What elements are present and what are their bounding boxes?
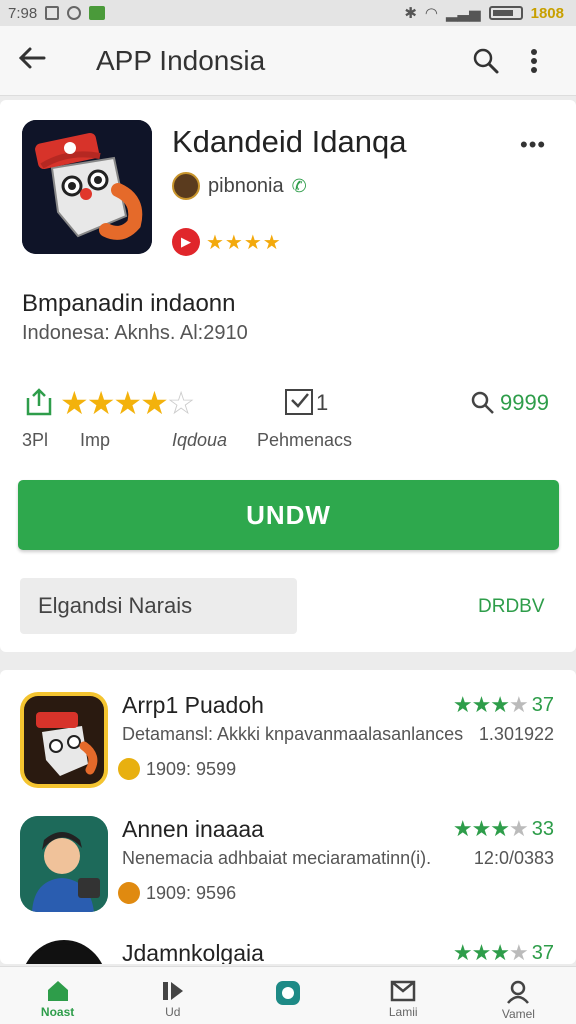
status-bar: 7:98 ✱ ◠ ▂▃▅ 1808 — [0, 0, 576, 26]
list-item-title: Annen inaaaa — [122, 816, 264, 842]
review-count: 1 — [316, 390, 329, 415]
description-title: Bmpanadin indaonn — [22, 290, 236, 317]
app-thumbnail-icon — [20, 692, 108, 788]
list-item-stars: ★★★★ — [452, 692, 529, 717]
profile-icon — [507, 980, 530, 1004]
list-item-date: 12:0/0383 — [473, 848, 554, 868]
developer-row[interactable]: pibnonia ✆ — [172, 172, 307, 200]
more-vertical-icon — [531, 48, 537, 73]
stat-label-reviews: Pehmenacs — [257, 430, 353, 450]
list-item-rating-value: 37 — [531, 693, 554, 716]
search-count-icon — [470, 390, 496, 421]
nav-profile[interactable]: Vamel — [461, 967, 576, 1024]
list-item[interactable]: Jdamnkolgaia ★★★★ 37 — [0, 918, 576, 964]
list-item-meta-text: 1909: 9596 — [146, 882, 237, 903]
list-item-title: Arrp1 Puadoh — [122, 692, 264, 718]
secondary-button[interactable]: Elgandsi Narais — [20, 578, 297, 634]
library-icon — [390, 980, 416, 1002]
nav-label: Lamii — [388, 1005, 418, 1019]
developer-avatar — [172, 172, 200, 200]
search-button[interactable] — [462, 47, 510, 75]
wifi-icon: ◠ — [424, 5, 439, 22]
list-item-meta-text: 1909: 9599 — [146, 758, 237, 779]
play-badge-icon: ▶ — [172, 228, 200, 256]
more-link[interactable]: DRDBV — [478, 596, 545, 618]
list-item-description: Nenemacia adhbaiat meciaramatinn(i). — [122, 848, 432, 868]
search-icon — [473, 48, 499, 73]
install-button[interactable]: UNDW — [18, 480, 559, 550]
nav-library[interactable]: Lamii — [346, 967, 461, 1024]
hand-coin-icon — [118, 758, 140, 780]
app-toolbar: APP Indonsia — [0, 26, 576, 96]
bottom-navigation: Noast Ud Lamii Vamel — [0, 966, 576, 1024]
nav-label: Vamel — [501, 1007, 535, 1021]
overflow-menu-button[interactable] — [510, 48, 558, 74]
stat-label-size: 3Pl — [22, 430, 49, 450]
developer-name: pibnonia — [208, 174, 284, 197]
robot-mascot-icon — [22, 120, 152, 254]
home-icon — [47, 981, 68, 1001]
rating-row: ▶ ★★★★ — [172, 228, 282, 256]
list-item-stars: ★★★★ — [452, 940, 529, 964]
app-options-button[interactable]: ••• — [520, 132, 546, 158]
description-subtitle: Indonesa: Aknhs. Al:2910 — [22, 322, 248, 344]
list-item-rating: ★★★★ 37 — [453, 940, 554, 964]
search-count: 9999 — [500, 390, 549, 415]
list-item-date: 1.301922 — [478, 724, 554, 744]
nav-home[interactable]: Noast — [0, 967, 115, 1024]
stat-label-category: Iqdoua — [172, 430, 228, 450]
bluetooth-icon: ✱ — [404, 5, 417, 22]
list-item-rating: ★★★★ 33 — [453, 816, 554, 842]
app-icon[interactable] — [22, 120, 152, 254]
list-item-stars: ★★★★ — [452, 816, 529, 841]
small-star-rating: ★★★★ — [206, 231, 282, 254]
nav-app-center[interactable] — [230, 967, 345, 1024]
list-item[interactable]: Annen inaaaa ★★★★ 33 Nenemacia adhbaiat … — [0, 794, 576, 918]
media-icon — [162, 982, 183, 1000]
nav-label: Ud — [165, 1005, 181, 1019]
notification-icon — [45, 6, 60, 20]
status-time: 7:98 — [8, 4, 38, 22]
related-apps-list: Arrp1 Puadoh ★★★★ 37 Detamansl: Akkki kn… — [0, 670, 576, 964]
app-details-card: Kdandeid Idanqa ••• pibnonia ✆ ▶ ★★★★ Bm… — [0, 100, 576, 652]
signal-icon: ▂▃▅ — [446, 5, 481, 22]
battery-icon — [488, 6, 523, 20]
page-title: APP Indonsia — [96, 44, 266, 76]
list-item[interactable]: Arrp1 Puadoh ★★★★ 37 Detamansl: Akkki kn… — [0, 670, 576, 794]
star-rating: ★★★★☆ — [60, 385, 195, 421]
list-item-meta: 1909: 9599 — [118, 758, 236, 780]
nav-media[interactable]: Ud — [115, 967, 230, 1024]
coin-icon — [118, 882, 140, 904]
verified-icon: ✆ — [291, 175, 307, 196]
share-icon[interactable] — [24, 386, 54, 423]
stat-label-rating: Imp — [80, 430, 111, 450]
list-item-title: Jdamnkolgaia — [122, 940, 264, 964]
music-thumbnail-icon — [20, 940, 108, 964]
list-item-rating-value: 37 — [531, 941, 554, 964]
review-icon — [284, 388, 314, 423]
person-thumbnail-icon — [20, 816, 108, 912]
list-item-rating-value: 33 — [531, 817, 554, 840]
back-button[interactable] — [18, 44, 74, 78]
arrow-left-icon — [18, 47, 46, 68]
list-item-description: Detamansl: Akkki knpavanmaalasanlances — [122, 724, 464, 744]
nav-label: Noast — [40, 1005, 75, 1019]
app-center-icon — [276, 981, 300, 1005]
list-item-rating: ★★★★ 37 — [453, 692, 554, 718]
sync-icon — [67, 6, 82, 20]
app-name: Kdandeid Idanqa — [172, 124, 407, 159]
list-item-meta: 1909: 9596 — [118, 882, 236, 904]
status-clock: 1808 — [530, 4, 564, 22]
app-notification-icon — [89, 6, 106, 20]
